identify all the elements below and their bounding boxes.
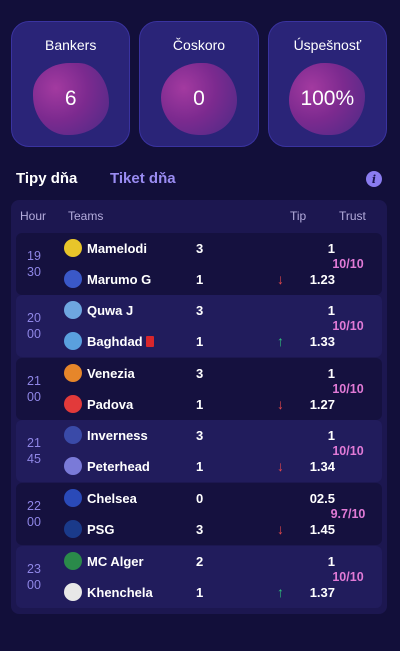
away-team-name: Baghdad (87, 334, 154, 349)
stats-row: Bankers 6 Čoskoro 0 Úspešnosť 100% (11, 21, 387, 147)
away-team-name: Peterhead (87, 459, 150, 474)
match-time: 21 00 (20, 358, 48, 420)
tab-tips-of-the-day[interactable]: Tipy dňa (16, 170, 77, 187)
table-row[interactable]: 21 00 Venezia 3 1 Padova 1 ↓ 1.27 10/10 (16, 358, 382, 420)
home-score: 2 (196, 554, 204, 569)
home-team-name: Quwa J (87, 303, 134, 318)
table-row[interactable]: 20 00 Quwa J 3 1 Baghdad 1 ↑ 1.33 10/10 (16, 295, 382, 357)
matches-table: Hour Teams Tip Trust 19 30 Mamelodi 3 1 Marum… (11, 200, 387, 614)
away-score: 3 (196, 522, 204, 537)
away-team-label: Marumo G (87, 272, 152, 287)
away-score: 1 (196, 585, 204, 600)
match-minute: 00 (27, 390, 41, 404)
tabs: Tipy dňa Tiket dňa i (16, 170, 384, 192)
arrow-up-icon: ↑ (277, 584, 284, 600)
trust-score: 10/10 (332, 319, 364, 333)
header-trust: Trust (339, 209, 366, 223)
away-team-label: Peterhead (87, 459, 150, 474)
match-time: 23 00 (20, 546, 48, 608)
match-hour: 20 (27, 311, 41, 325)
away-team-name: Padova (87, 397, 133, 412)
table-header: Hour Teams Tip Trust (11, 200, 387, 232)
match-hour: 21 (27, 374, 41, 388)
table-row[interactable]: 23 00 MC Alger 2 1 Khenchela 1 ↑ 1.37 10/10 (16, 546, 382, 608)
team-crest-icon (64, 364, 82, 382)
team-crest-icon (64, 552, 82, 570)
stat-card-coming-soon[interactable]: Čoskoro 0 (139, 21, 259, 147)
away-team-name: Marumo G (87, 272, 151, 287)
home-team-name: Venezia (87, 366, 135, 381)
home-team-name: Inverness (87, 428, 148, 443)
arrow-up-icon: ↑ (277, 333, 284, 349)
match-time: 20 00 (20, 295, 48, 357)
arrow-down-icon: ↓ (277, 458, 284, 474)
away-team-label: Khenchela (87, 585, 153, 600)
arrow-down-icon: ↓ (277, 271, 284, 287)
team-crest-icon (64, 426, 82, 444)
team-crest-icon (64, 239, 82, 257)
header-teams: Teams (68, 209, 104, 223)
home-team-name: MC Alger (87, 554, 144, 569)
stat-card-bankers[interactable]: Bankers 6 (11, 21, 131, 147)
team-crest-icon (64, 583, 82, 601)
home-score: 3 (196, 366, 204, 381)
away-team-label: Padova (87, 397, 134, 412)
team-crest-icon (64, 457, 82, 475)
away-score: 1 (196, 459, 204, 474)
home-score: 0 (196, 491, 204, 506)
red-card-icon (145, 336, 154, 347)
trust-score: 10/10 (332, 570, 364, 584)
home-score: 3 (196, 303, 204, 318)
home-team-name: Chelsea (87, 491, 137, 506)
stat-title: Čoskoro (172, 37, 226, 53)
team-crest-icon (64, 301, 82, 319)
trust-score: 9.7/10 (330, 507, 366, 521)
match-minute: 45 (27, 452, 41, 466)
match-time: 21 45 (20, 420, 48, 482)
tab-ticket-of-the-day[interactable]: Tiket dňa (110, 170, 176, 187)
match-time: 19 30 (20, 233, 48, 295)
match-time: 22 00 (20, 483, 48, 545)
match-hour: 19 (27, 249, 41, 263)
arrow-down-icon: ↓ (277, 396, 284, 412)
home-team-name: Mamelodi (87, 241, 147, 256)
table-row[interactable]: 21 45 Inverness 3 1 Peterhead 1 ↓ 1.34 10/10 (16, 420, 382, 482)
team-crest-icon (64, 489, 82, 507)
home-score: 3 (196, 241, 204, 256)
away-score: 1 (196, 334, 204, 349)
stat-value: 100% (289, 63, 366, 135)
match-minute: 00 (27, 515, 41, 529)
header-hour: Hour (20, 209, 47, 223)
away-team-name: PSG (87, 522, 114, 537)
match-minute: 00 (27, 578, 41, 592)
away-team-name: Khenchela (87, 585, 153, 600)
stat-title: Úspešnosť (293, 37, 362, 53)
team-crest-icon (64, 520, 82, 538)
trust-score: 10/10 (332, 444, 364, 458)
match-hour: 22 (27, 499, 41, 513)
away-team-label: Baghdad (87, 334, 143, 349)
stat-card-success-rate[interactable]: Úspešnosť 100% (267, 21, 387, 147)
header-tip: Tip (290, 209, 307, 223)
match-hour: 23 (27, 562, 41, 576)
info-icon[interactable]: i (366, 171, 382, 187)
trust-score: 10/10 (332, 382, 364, 396)
team-crest-icon (64, 270, 82, 288)
stat-title: Bankers (44, 37, 97, 53)
home-score: 3 (196, 428, 204, 443)
away-score: 1 (196, 272, 204, 287)
match-minute: 00 (27, 327, 41, 341)
match-hour: 21 (27, 436, 41, 450)
stat-value: 6 (32, 63, 109, 135)
table-row[interactable]: 19 30 Mamelodi 3 1 Marumo G 1 ↓ 1.23 10/10 (16, 233, 382, 295)
stat-value: 0 (160, 63, 237, 135)
arrow-down-icon: ↓ (277, 521, 284, 537)
trust-score: 10/10 (332, 257, 364, 271)
match-minute: 30 (27, 265, 41, 279)
table-row[interactable]: 22 00 Chelsea 0 02.5 PSG 3 ↓ 1.45 9.7/10 (16, 483, 382, 545)
team-crest-icon (64, 395, 82, 413)
away-score: 1 (196, 397, 204, 412)
away-team-label: PSG (87, 522, 115, 537)
team-crest-icon (64, 332, 82, 350)
